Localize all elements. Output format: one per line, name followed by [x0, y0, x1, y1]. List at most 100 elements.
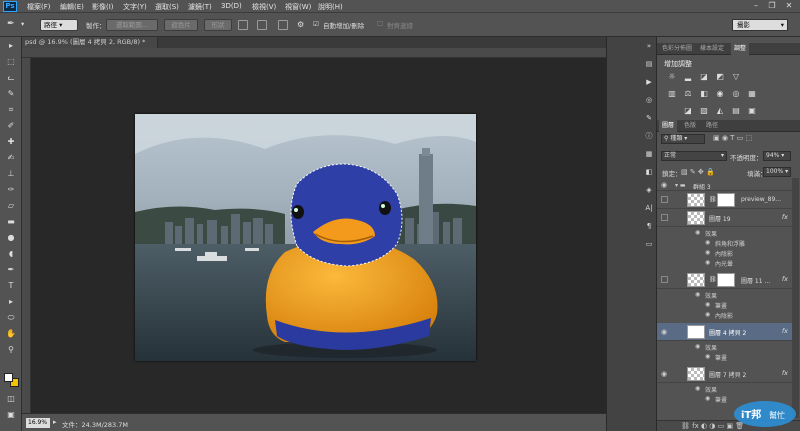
visibility-toggle[interactable]: [661, 196, 668, 203]
marquee-tool-icon[interactable]: ⬚: [5, 57, 17, 67]
tab-channels[interactable]: 色版: [681, 120, 699, 132]
history-brush-tool-icon[interactable]: ✑: [5, 185, 17, 195]
fx-icon[interactable]: fx: [782, 275, 788, 283]
document-canvas-photo[interactable]: [135, 114, 476, 361]
status-arrow-icon[interactable]: ▸: [53, 418, 57, 426]
quick-select-tool-icon[interactable]: ✎: [5, 89, 17, 99]
path-alignment-icon[interactable]: [257, 20, 267, 30]
move-tool-icon[interactable]: ▸: [5, 41, 17, 51]
pen-tool-icon-side[interactable]: ✒: [5, 265, 17, 275]
swatches-panel-icon[interactable]: ▦: [643, 149, 655, 159]
menu-filter[interactable]: 濾鏡(T): [188, 2, 212, 12]
workspace-select[interactable]: 攝影 ▾: [732, 19, 788, 31]
gradient-tool-icon[interactable]: ▬: [5, 217, 17, 227]
eye-icon[interactable]: ◉: [695, 291, 700, 298]
posterize-icon[interactable]: ▨: [699, 106, 709, 115]
menu-select[interactable]: 選取(S): [155, 2, 179, 12]
menu-help[interactable]: 說明(H): [318, 2, 343, 12]
eye-icon[interactable]: ◉: [705, 249, 710, 256]
eye-icon[interactable]: ◉: [661, 370, 669, 378]
screen-mode-icon[interactable]: ▣: [5, 410, 17, 420]
paragraph-panel-icon[interactable]: ¶: [643, 221, 655, 231]
layer-filter-select[interactable]: ⚲ 種類 ▾: [661, 134, 705, 144]
hand-tool-icon[interactable]: ✋: [5, 329, 17, 339]
history-panel-icon[interactable]: ▤: [643, 59, 655, 69]
vibrance-icon[interactable]: ▽: [731, 72, 741, 81]
eye-icon[interactable]: ◉: [705, 239, 710, 246]
make-mask-button[interactable]: 遮色片: [164, 19, 198, 31]
brightness-contrast-icon[interactable]: ☼: [667, 72, 677, 81]
foreground-color-swatch[interactable]: [4, 373, 13, 382]
levels-icon[interactable]: ▂: [683, 72, 693, 81]
eye-icon[interactable]: ◉: [705, 353, 710, 360]
blend-mode-select[interactable]: 正常 ▾: [661, 151, 727, 161]
eye-icon[interactable]: ◉: [705, 395, 710, 402]
crop-tool-icon[interactable]: ⌗: [5, 105, 17, 115]
eye-icon[interactable]: ◉: [705, 301, 710, 308]
visibility-toggle[interactable]: [661, 276, 668, 283]
brush-tool-icon[interactable]: ✍: [5, 153, 17, 163]
healing-brush-tool-icon[interactable]: ✚: [5, 137, 17, 147]
eye-icon[interactable]: ◉: [695, 229, 700, 236]
layer-row-selected[interactable]: ◉ 圖層 4 拷貝 2 fx: [657, 323, 792, 341]
menu-edit[interactable]: 編輯(E): [60, 2, 84, 12]
menu-type[interactable]: 文字(Y): [123, 2, 147, 12]
document-tab[interactable]: psd @ 16.9% (圖層 4 拷貝 2, RGB/8) *: [22, 37, 158, 48]
fill-field[interactable]: 100% ▾: [763, 167, 791, 177]
zoom-tool-icon[interactable]: ⚲: [5, 345, 17, 355]
eye-icon[interactable]: ◉: [695, 385, 700, 392]
minimize-icon[interactable]: –: [750, 1, 762, 11]
properties-panel-icon[interactable]: ◎: [643, 95, 655, 105]
menu-image[interactable]: 影像(I): [92, 2, 114, 12]
eyedropper-tool-icon[interactable]: ✐: [5, 121, 17, 131]
curves-icon[interactable]: ◪: [699, 72, 709, 81]
lasso-tool-icon[interactable]: ᓚ: [5, 73, 17, 83]
gear-icon[interactable]: ⚙: [297, 20, 304, 29]
color-balance-icon[interactable]: ⚖: [683, 89, 693, 98]
notes-panel-icon[interactable]: ▭: [643, 239, 655, 249]
eye-icon[interactable]: ◉: [661, 181, 669, 189]
character-panel-icon[interactable]: A|: [643, 203, 655, 213]
tool-preset-arrow-icon[interactable]: ▾: [21, 20, 24, 28]
layer-row[interactable]: 圖層 19 fx: [657, 209, 792, 227]
close-icon[interactable]: ✕: [783, 1, 795, 11]
fx-icon[interactable]: fx: [782, 369, 788, 377]
tab-adjustments[interactable]: 調整: [731, 43, 750, 55]
photo-filter-icon[interactable]: ◉: [715, 89, 725, 98]
tab-histogram[interactable]: 色彩分佈圖: [659, 43, 695, 55]
brush-presets-panel-icon[interactable]: ✎: [643, 113, 655, 123]
shape-tool-icon[interactable]: ⬭: [5, 313, 17, 323]
exposure-icon[interactable]: ◩: [715, 72, 725, 81]
eye-icon[interactable]: ◉: [695, 343, 700, 350]
clone-stamp-tool-icon[interactable]: ⊥: [5, 169, 17, 179]
layer-row[interactable]: ⛓ 圖層 11 ... fx: [657, 271, 792, 289]
styles-panel-icon[interactable]: ◧: [643, 167, 655, 177]
layer-filter-icons[interactable]: ▣ ◉ T ▭ ⬚: [713, 134, 752, 142]
opacity-field[interactable]: 94% ▾: [763, 151, 791, 161]
menu-3d[interactable]: 3D(D): [221, 2, 242, 10]
eye-icon[interactable]: ◉: [705, 311, 710, 318]
eye-icon[interactable]: ◉: [661, 328, 669, 336]
layers-scrollbar[interactable]: [792, 178, 799, 418]
quick-mask-icon[interactable]: ◫: [5, 394, 17, 404]
tab-layers[interactable]: 圖層: [659, 120, 678, 132]
menu-file[interactable]: 檔案(F): [27, 2, 51, 12]
restore-icon[interactable]: ❐: [766, 1, 778, 11]
color-lookup-icon[interactable]: ▦: [747, 89, 757, 98]
menu-view[interactable]: 檢視(V): [252, 2, 276, 12]
auto-add-delete-checkbox[interactable]: ☑: [313, 20, 319, 28]
path-selection-tool-icon[interactable]: ▸: [5, 297, 17, 307]
path-operations-icon[interactable]: [238, 20, 248, 30]
tab-sample-settings[interactable]: 樣本設定: [697, 43, 727, 55]
tab-paths[interactable]: 路徑: [703, 120, 721, 132]
channels-panel-icon[interactable]: ◈: [643, 185, 655, 195]
hue-saturation-icon[interactable]: ▥: [667, 89, 677, 98]
dodge-tool-icon[interactable]: ◖: [5, 249, 17, 259]
make-selection-button[interactable]: 選取範圍...: [106, 19, 158, 31]
pen-tool-icon[interactable]: ✒: [7, 19, 15, 29]
fx-icon[interactable]: fx: [782, 213, 788, 221]
eye-icon[interactable]: ◉: [705, 259, 710, 266]
visibility-toggle[interactable]: [661, 214, 668, 221]
info-panel-icon[interactable]: ⓘ: [643, 131, 655, 141]
threshold-icon[interactable]: ◭: [715, 106, 725, 115]
